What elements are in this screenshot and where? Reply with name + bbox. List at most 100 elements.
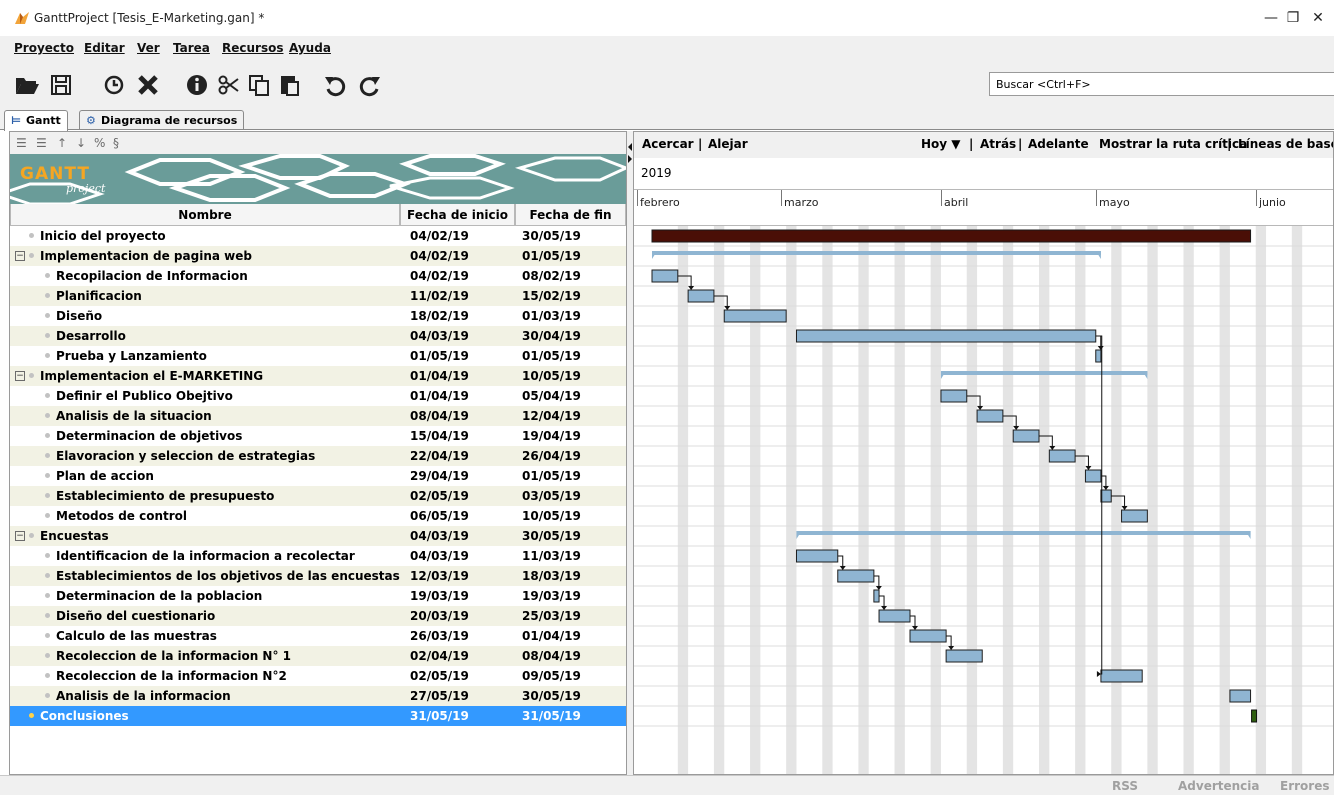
tab-resources[interactable]: ⚙ Diagrama de recursos <box>79 110 245 130</box>
tab-gantt[interactable]: ⊨ Gantt <box>4 110 68 131</box>
collapse-toggle-icon[interactable]: − <box>15 531 25 541</box>
task-row[interactable]: Recoleccion de la informacion N°2 02/05/1… <box>10 666 626 686</box>
outdent-icon[interactable]: ☰ <box>36 136 47 150</box>
status-warnings[interactable]: Advertencia <box>1178 779 1260 793</box>
task-row[interactable]: Recopilacion de Informacion 04/02/19 08/02… <box>10 266 626 286</box>
collapse-toggle-icon[interactable]: − <box>15 371 25 381</box>
gantt-task-bar <box>1100 669 1143 683</box>
clock-icon[interactable] <box>101 72 127 98</box>
undo-icon[interactable] <box>322 72 348 98</box>
menu-tarea[interactable]: Tarea <box>173 41 210 55</box>
paste-icon[interactable] <box>276 72 302 98</box>
move-down-icon[interactable]: ↓ <box>76 136 86 150</box>
menu-editar[interactable]: Editar <box>84 41 125 55</box>
gantt-task-bar <box>940 389 968 403</box>
info-icon[interactable] <box>184 72 210 98</box>
task-row[interactable]: Desarrollo 04/03/19 30/04/19 <box>10 326 626 346</box>
gantt-bars-area[interactable] <box>634 226 1334 775</box>
cut-icon[interactable] <box>216 72 242 98</box>
folder-open-icon[interactable] <box>14 72 40 98</box>
task-row[interactable]: Metodos de control 06/05/19 10/05/19 <box>10 506 626 526</box>
menu-proyecto[interactable]: Proyecto <box>14 41 74 55</box>
task-row[interactable]: Prueba y Lanzamiento 01/05/19 01/05/19 <box>10 346 626 366</box>
indent-icon[interactable]: ☰ <box>16 136 27 150</box>
task-row[interactable]: Diseño del cuestionario 20/03/19 25/03/19 <box>10 606 626 626</box>
task-bullet-icon <box>45 593 50 598</box>
column-header-end[interactable]: Fecha de fin <box>515 204 626 226</box>
close-button[interactable]: ✕ <box>1303 6 1333 30</box>
task-row[interactable]: Definir el Publico Obejtivo 01/04/19 05/04… <box>10 386 626 406</box>
column-header-start[interactable]: Fecha de inicio <box>400 204 515 226</box>
task-row[interactable]: Plan de accion 29/04/19 01/05/19 <box>10 466 626 486</box>
task-row[interactable]: − Implementacion de pagina web 04/02/19 01/… <box>10 246 626 266</box>
task-start-date: 26/03/19 <box>410 629 469 643</box>
zoom-out-link[interactable]: Alejar <box>708 137 748 151</box>
status-rss[interactable]: RSS <box>1112 779 1138 793</box>
task-row[interactable]: Determinacion de objetivos 15/04/19 19/04/… <box>10 426 626 446</box>
link-icon[interactable]: % <box>94 136 105 150</box>
ganttproject-logo-icon <box>15 12 29 24</box>
dependency-arrowhead <box>724 306 731 310</box>
task-bullet-icon <box>45 553 50 558</box>
weekend-stripe <box>677 226 689 774</box>
back-link[interactable]: Atrás <box>980 137 1016 151</box>
task-bullet-icon <box>45 473 50 478</box>
task-row[interactable]: Establecimiento de presupuesto 02/05/19 03… <box>10 486 626 506</box>
task-start-date: 04/03/19 <box>410 549 469 563</box>
forward-link[interactable]: Adelante <box>1028 137 1089 151</box>
task-start-date: 20/03/19 <box>410 609 469 623</box>
weekend-stripe <box>894 226 905 774</box>
month-divider <box>1096 190 1097 206</box>
menu-ver[interactable]: Ver <box>137 41 160 55</box>
task-row[interactable]: Inicio del proyecto 04/02/19 30/05/19 <box>10 226 626 246</box>
month-divider <box>1256 190 1257 206</box>
save-icon[interactable] <box>48 72 74 98</box>
task-row[interactable]: Determinacion de la poblacion 19/03/19 19/… <box>10 586 626 606</box>
delete-icon[interactable] <box>135 72 161 98</box>
task-row[interactable]: Analisis de la situacion 08/04/19 12/04/19 <box>10 406 626 426</box>
task-row[interactable]: Conclusiones 31/05/19 31/05/19 <box>10 706 626 726</box>
task-end-date: 03/05/19 <box>522 489 581 503</box>
task-row[interactable]: Calculo de las muestras 26/03/19 01/04/19 <box>10 626 626 646</box>
task-end-date: 30/05/19 <box>522 529 581 543</box>
task-row[interactable]: Recoleccion de la informacion N° 1 02/04/… <box>10 646 626 666</box>
menu-ayuda[interactable]: Ayuda <box>289 41 331 55</box>
task-row[interactable]: Analisis de la informacion 27/05/19 30/05/… <box>10 686 626 706</box>
task-name: Analisis de la situacion <box>56 409 212 423</box>
dependency-arrowhead <box>912 626 918 630</box>
task-row[interactable]: Establecimientos de los objetivos de las… <box>10 566 626 586</box>
task-row[interactable]: − Encuestas 04/03/19 30/05/19 <box>10 526 626 546</box>
task-name: Definir el Publico Obejtivo <box>56 389 233 403</box>
task-bullet-icon <box>45 353 50 358</box>
chart-sep-2: | <box>969 137 974 151</box>
collapse-toggle-icon[interactable]: − <box>15 251 25 261</box>
month-label: marzo <box>784 196 819 209</box>
copy-icon[interactable] <box>246 72 272 98</box>
gantt-task-bar <box>1121 509 1148 523</box>
gantt-task-bar <box>1048 449 1076 463</box>
task-start-date: 02/05/19 <box>410 489 469 503</box>
task-end-date: 11/03/19 <box>522 549 581 563</box>
column-header-name[interactable]: Nombre <box>10 204 400 226</box>
move-up-icon[interactable]: ↑ <box>57 136 67 150</box>
menu-recursos[interactable]: Recursos <box>222 41 283 55</box>
baselines-link[interactable]: Líneas de base... <box>1238 137 1333 151</box>
redo-icon[interactable] <box>357 72 383 98</box>
zoom-in-link[interactable]: Acercar <box>642 137 694 151</box>
timeline-year: 2019 <box>641 166 672 180</box>
task-start-date: 04/02/19 <box>410 269 469 283</box>
task-row[interactable]: Diseño 18/02/19 01/03/19 <box>10 306 626 326</box>
task-row[interactable]: − Implementacion el E-MARKETING 01/04/19 10… <box>10 366 626 386</box>
unlink-icon[interactable]: § <box>113 136 119 150</box>
gantt-task-bar <box>687 289 715 303</box>
resources-icon: ⚙ <box>86 114 96 127</box>
search-input[interactable]: Buscar <Ctrl+F> <box>989 72 1334 96</box>
gantt-task-bar <box>878 609 911 623</box>
today-dropdown[interactable]: Hoy ▼ <box>921 137 961 151</box>
status-errors[interactable]: Errores <box>1280 779 1329 793</box>
task-row[interactable]: Elavoracion y seleccion de estrategias 22… <box>10 446 626 466</box>
task-bullet-icon <box>45 273 50 278</box>
critical-path-link[interactable]: Mostrar la ruta crítica <box>1099 137 1247 151</box>
task-row[interactable]: Identificacion de la informacion a recol… <box>10 546 626 566</box>
task-row[interactable]: Planificacion 11/02/19 15/02/19 <box>10 286 626 306</box>
